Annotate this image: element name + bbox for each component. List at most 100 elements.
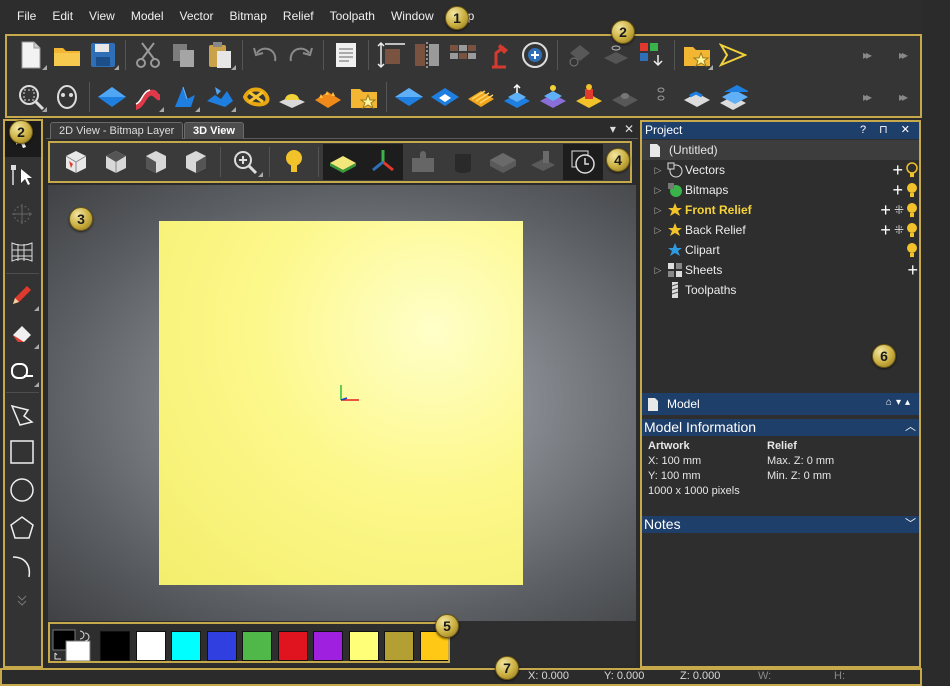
polyline-tool[interactable] — [3, 395, 41, 433]
toolpath-preview-button[interactable] — [562, 37, 598, 73]
menu-view[interactable]: View — [81, 0, 123, 33]
texture-button[interactable] — [310, 79, 346, 115]
expand-arrow-icon[interactable]: ▷ — [651, 225, 665, 236]
save-button[interactable] — [85, 37, 121, 73]
show-axes-button[interactable] — [363, 144, 403, 180]
toolbar-overflow-icon[interactable]: ▸▸ — [863, 48, 872, 62]
spin-button[interactable] — [166, 79, 202, 115]
color-swatch[interactable] — [277, 631, 308, 661]
add-icon[interactable]: + — [880, 200, 891, 221]
color-swatch[interactable] — [384, 631, 414, 661]
toolbar-overflow-icon[interactable]: ▸▸ — [899, 90, 908, 104]
fill-tool[interactable] — [3, 314, 41, 352]
paste-button[interactable] — [202, 37, 238, 73]
job-setup-button[interactable] — [373, 37, 409, 73]
chevron-up-icon[interactable]: ︿ — [905, 419, 916, 436]
menu-vector[interactable]: Vector — [172, 0, 222, 33]
relief-options-button[interactable] — [643, 79, 679, 115]
view-top-button[interactable] — [96, 144, 136, 180]
color-swatch[interactable] — [100, 631, 130, 661]
sweep-button[interactable] — [202, 79, 238, 115]
new-file-button[interactable] — [13, 37, 49, 73]
lightbulb-outline-icon[interactable] — [906, 162, 918, 178]
scan-button[interactable] — [49, 79, 85, 115]
menu-bitmap[interactable]: Bitmap — [222, 0, 275, 33]
polygon-tool[interactable] — [3, 509, 41, 547]
smooth-relief-button[interactable] — [274, 79, 310, 115]
subtract-relief-button[interactable] — [427, 79, 463, 115]
show-material-button[interactable] — [443, 144, 483, 180]
expand-arrow-icon[interactable]: ▷ — [651, 265, 665, 276]
lamp-button[interactable] — [481, 37, 517, 73]
ellipse-tool[interactable] — [3, 471, 41, 509]
add-icon[interactable]: + — [880, 220, 891, 241]
zoom-button[interactable] — [225, 144, 265, 180]
toolbar-overflow-icon[interactable]: ▸▸ — [863, 90, 872, 104]
expand-arrow-icon[interactable]: ▷ — [651, 205, 665, 216]
notes-header[interactable]: Notes ﹀ — [641, 516, 920, 533]
project-root[interactable]: (Untitled) — [641, 140, 920, 160]
weave-button[interactable] — [238, 79, 274, 115]
clipart-folder-button[interactable] — [679, 37, 715, 73]
tab-2d-view[interactable]: 2D View - Bitmap Layer — [50, 122, 184, 139]
preferences-button[interactable] — [517, 37, 553, 73]
relief-clipart-button[interactable] — [607, 79, 643, 115]
view-right-button[interactable] — [176, 144, 216, 180]
simulation-button[interactable] — [563, 144, 603, 180]
notes-button[interactable] — [328, 37, 364, 73]
merge-relief-button[interactable] — [715, 79, 751, 115]
menu-file[interactable]: File — [9, 0, 44, 33]
measure-tool[interactable] — [3, 352, 41, 390]
tree-item-toolpaths[interactable]: Toolpaths — [665, 280, 736, 300]
transform-tool[interactable] — [3, 195, 41, 233]
toolbar-overflow-icon[interactable]: ▸▸ — [899, 48, 908, 62]
model-panel-controls[interactable]: ⌂▾▴ — [886, 397, 914, 408]
show-block-button[interactable] — [483, 144, 523, 180]
color-swatch[interactable] — [135, 631, 166, 661]
warp-tool[interactable] — [3, 233, 41, 271]
lightbulb-icon[interactable] — [906, 222, 918, 238]
bake-relief-button[interactable] — [679, 79, 715, 115]
tree-item-front-relief[interactable]: ▷ Front Relief — [651, 200, 752, 220]
extrude-button[interactable] — [130, 79, 166, 115]
clipart-relief-button[interactable] — [346, 79, 382, 115]
color-swatch[interactable] — [242, 631, 272, 661]
node-edit-tool[interactable] — [3, 157, 41, 195]
lightbulb-icon[interactable] — [906, 242, 918, 258]
redo-button[interactable] — [283, 37, 319, 73]
model-split-button[interactable] — [409, 37, 445, 73]
rectangle-tool[interactable] — [3, 433, 41, 471]
copy-button[interactable] — [166, 37, 202, 73]
arc-tool[interactable] — [3, 547, 41, 585]
toolbox-expand-button[interactable] — [3, 585, 41, 615]
menu-edit[interactable]: Edit — [44, 0, 81, 33]
draw-relief-button[interactable] — [323, 144, 363, 180]
show-toolpath-button[interactable] — [523, 144, 563, 180]
color-swatch[interactable] — [348, 631, 379, 661]
tile-button[interactable] — [445, 37, 481, 73]
chevron-down-icon[interactable]: ﹀ — [905, 516, 916, 533]
menu-toolpath[interactable]: Toolpath — [322, 0, 383, 33]
tree-item-bitmaps[interactable]: ▷ Bitmaps — [651, 180, 728, 200]
model-information-header[interactable]: Model Information ︿ — [641, 419, 920, 436]
close-icon[interactable]: ✕ — [624, 122, 634, 136]
tree-item-sheets[interactable]: ▷ Sheets — [651, 260, 722, 280]
tab-3d-view[interactable]: 3D View — [184, 122, 244, 139]
pin-dropdown-icon[interactable]: ▾ — [610, 122, 616, 136]
lightbulb-icon[interactable] — [906, 182, 918, 198]
show-components-button[interactable] — [403, 144, 443, 180]
cut-button[interactable] — [130, 37, 166, 73]
tree-item-vectors[interactable]: ▷ Vectors — [651, 160, 725, 180]
3d-viewport[interactable] — [48, 185, 636, 621]
view-left-button[interactable] — [136, 144, 176, 180]
tree-item-clipart[interactable]: Clipart — [665, 240, 720, 260]
tree-item-back-relief[interactable]: ▷ Back Relief — [651, 220, 746, 240]
relief-layer-button[interactable] — [535, 79, 571, 115]
color-swatch[interactable] — [171, 631, 201, 661]
fade-relief-button[interactable] — [463, 79, 499, 115]
shape-editor-button[interactable] — [94, 79, 130, 115]
components-button[interactable] — [634, 37, 670, 73]
panel-controls[interactable]: ? ⊓ ✕ — [860, 121, 915, 139]
expand-arrow-icon[interactable]: ▷ — [651, 165, 665, 176]
menu-model[interactable]: Model — [123, 0, 172, 33]
